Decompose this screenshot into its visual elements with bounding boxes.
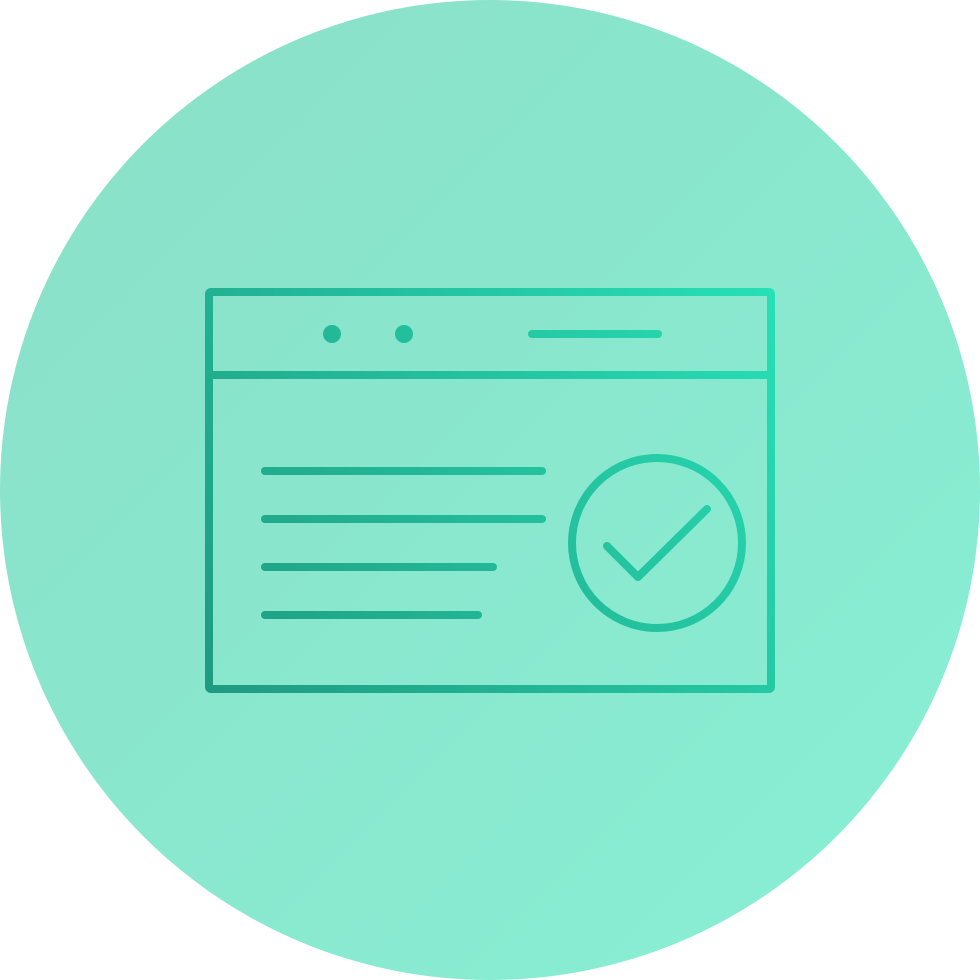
background-circle	[0, 0, 980, 980]
browser-window-verified-icon	[0, 0, 980, 980]
icon-canvas	[0, 0, 980, 980]
window-dot-icon	[323, 325, 341, 343]
window-dot-icon	[395, 325, 413, 343]
